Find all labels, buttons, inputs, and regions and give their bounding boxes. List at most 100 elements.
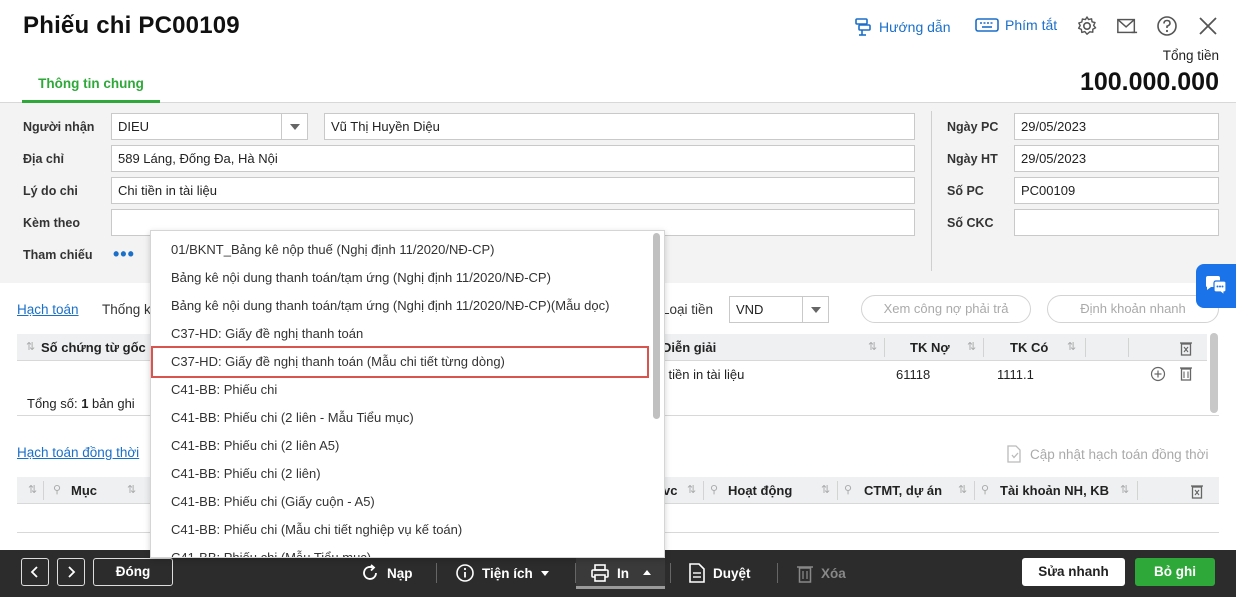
tab-accounting[interactable]: Hạch toán xyxy=(17,302,79,317)
quick-entry-button[interactable]: Định khoản nhanh xyxy=(1047,295,1219,323)
mail-icon[interactable] xyxy=(1116,15,1138,37)
list-item[interactable]: C41-BB: Phiếu chi (Giấy cuộn - A5) xyxy=(171,494,375,509)
no-ckc-input[interactable] xyxy=(1014,209,1219,236)
delete-label: Xóa xyxy=(821,565,846,581)
delete-all-icon[interactable] xyxy=(1179,340,1193,356)
chevron-right-icon xyxy=(68,566,76,578)
load-button[interactable]: Nạp xyxy=(360,563,413,583)
unpost-button[interactable]: Bỏ ghi xyxy=(1135,558,1215,586)
reference-label: Tham chiếu xyxy=(23,248,93,262)
reason-input[interactable]: Chi tiền in tài liệu xyxy=(111,177,915,204)
pin-icon[interactable]: ⚲ xyxy=(981,477,989,504)
tab-general-info[interactable]: Thông tin chung xyxy=(22,72,160,103)
trash-icon[interactable] xyxy=(1179,365,1193,381)
row-credit-account[interactable]: 1111.1 xyxy=(997,367,1034,382)
list-item[interactable]: C37-HD: Giấy đề nghị thanh toán xyxy=(171,326,363,341)
record-count: Tổng số: 1 bản ghi xyxy=(27,396,135,411)
add-row-icon[interactable] xyxy=(1150,366,1166,382)
delete-all-icon[interactable] xyxy=(1190,483,1204,499)
utilities-label: Tiện ích xyxy=(482,565,533,581)
sort-icon[interactable]: ⇅ xyxy=(26,334,35,361)
sort-icon[interactable]: ⇅ xyxy=(821,477,830,504)
chat-button[interactable] xyxy=(1196,264,1236,308)
gear-icon[interactable] xyxy=(1076,15,1098,37)
sort-icon[interactable]: ⇅ xyxy=(28,477,37,504)
delete-button[interactable]: Xóa xyxy=(796,563,846,583)
sort-icon[interactable]: ⇅ xyxy=(958,477,967,504)
col-bank-account[interactable]: Tài khoản NH, KB xyxy=(1000,477,1109,504)
pin-icon[interactable]: ⚲ xyxy=(844,477,852,504)
row-description[interactable]: i tiền in tài liệu xyxy=(662,367,744,382)
column-divider xyxy=(983,338,984,357)
approve-label: Duyệt xyxy=(713,565,751,581)
form-divider xyxy=(931,111,932,271)
sort-icon[interactable]: ⇅ xyxy=(967,334,976,361)
close-button[interactable]: Đóng xyxy=(93,558,173,586)
sort-icon[interactable]: ⇅ xyxy=(868,334,877,361)
update-simultaneous-button[interactable]: Cập nhật hạch toán đồng thời xyxy=(1006,445,1209,463)
list-item[interactable]: C41-BB: Phiếu chi (Mẫu chi tiết nghiệp v… xyxy=(171,522,462,537)
list-item[interactable]: C41-BB: Phiếu chi (Mẫu Tiểu mục) xyxy=(171,550,371,557)
column-divider xyxy=(1128,338,1129,357)
list-item[interactable]: Bảng kê nội dung thanh toán/tạm ứng (Ngh… xyxy=(171,270,551,285)
recipient-name-input[interactable]: Vũ Thị Huyền Diệu xyxy=(324,113,915,140)
date-pc-input[interactable]: 29/05/2023 xyxy=(1014,113,1219,140)
attach-label: Kèm theo xyxy=(23,216,80,230)
total-label: Tổng tiền xyxy=(1162,48,1219,63)
help-icon[interactable] xyxy=(1156,15,1178,37)
update-simultaneous-label: Cập nhật hạch toán đồng thời xyxy=(1030,446,1209,462)
col-activity[interactable]: Hoạt động xyxy=(728,477,792,504)
utilities-button[interactable]: Tiện ích xyxy=(455,563,550,583)
dropdown-scrollbar[interactable] xyxy=(653,233,660,419)
col-description[interactable]: Diễn giải xyxy=(662,334,716,361)
list-item[interactable]: C41-BB: Phiếu chi xyxy=(171,382,277,397)
reference-more-button[interactable]: ••• xyxy=(113,244,135,265)
recipient-dropdown-button[interactable] xyxy=(281,113,308,140)
list-item[interactable]: Bảng kê nội dung thanh toán/tạm ứng (Ngh… xyxy=(171,298,609,313)
sort-icon[interactable]: ⇅ xyxy=(1067,334,1076,361)
date-ht-input[interactable]: 29/05/2023 xyxy=(1014,145,1219,172)
pin-icon[interactable]: ⚲ xyxy=(710,477,718,504)
highlight-box xyxy=(151,346,649,378)
prev-button[interactable] xyxy=(21,558,49,586)
col-program[interactable]: CTMT, dự án xyxy=(864,477,942,504)
currency-dropdown-button[interactable] xyxy=(802,296,829,323)
list-item[interactable]: C41-BB: Phiếu chi (2 liên A5) xyxy=(171,438,339,453)
currency-input[interactable]: VND xyxy=(729,296,804,323)
col-credit-account[interactable]: TK Có xyxy=(1010,334,1048,361)
column-divider xyxy=(1137,481,1138,500)
no-pc-input[interactable]: PC00109 xyxy=(1014,177,1219,204)
refresh-icon xyxy=(363,564,377,580)
pin-icon[interactable]: ⚲ xyxy=(53,477,61,504)
sort-icon[interactable]: ⇅ xyxy=(687,477,696,504)
print-button[interactable]: In xyxy=(590,563,652,583)
col-item[interactable]: Mục xyxy=(71,477,97,504)
close-icon[interactable] xyxy=(1197,15,1219,37)
list-item[interactable]: C41-BB: Phiếu chi (2 liên - Mẫu Tiểu mục… xyxy=(171,410,414,425)
accounting-scrollbar[interactable] xyxy=(1210,333,1218,413)
recipient-code-input[interactable]: DIEU xyxy=(111,113,283,140)
col-vc[interactable]: vc xyxy=(663,477,677,504)
guide-link[interactable]: Hướng dẫn xyxy=(853,17,950,37)
tab-stats[interactable]: Thống k xyxy=(102,302,151,317)
next-button[interactable] xyxy=(57,558,85,586)
sort-icon[interactable]: ⇅ xyxy=(1120,477,1129,504)
quick-edit-button[interactable]: Sửa nhanh xyxy=(1022,558,1125,586)
list-item[interactable]: C41-BB: Phiếu chi (2 liên) xyxy=(171,466,321,481)
printer-icon xyxy=(591,564,609,582)
chevron-down-icon xyxy=(810,306,821,313)
view-debt-button[interactable]: Xem công nợ phải trả xyxy=(861,295,1031,323)
address-input[interactable]: 589 Láng, Đống Đa, Hà Nội xyxy=(111,145,915,172)
date-pc-label: Ngày PC xyxy=(947,120,999,134)
tab-simultaneous-accounting[interactable]: Hạch toán đồng thời xyxy=(17,445,139,460)
col-debit-account[interactable]: TK Nợ xyxy=(910,334,950,361)
col-source-doc[interactable]: Số chứng từ gốc xyxy=(41,334,146,361)
column-divider xyxy=(703,481,704,500)
list-item[interactable]: 01/BKNT_Bảng kê nộp thuế (Nghị định 11/2… xyxy=(171,242,495,257)
row-debit-account[interactable]: 61118 xyxy=(896,367,930,382)
shortcuts-link[interactable]: Phím tắt xyxy=(975,17,1057,33)
sort-icon[interactable]: ⇅ xyxy=(127,477,136,504)
chevron-down-icon xyxy=(289,123,300,130)
approve-button[interactable]: Duyệt xyxy=(688,563,751,583)
toolbar-divider xyxy=(777,563,778,583)
